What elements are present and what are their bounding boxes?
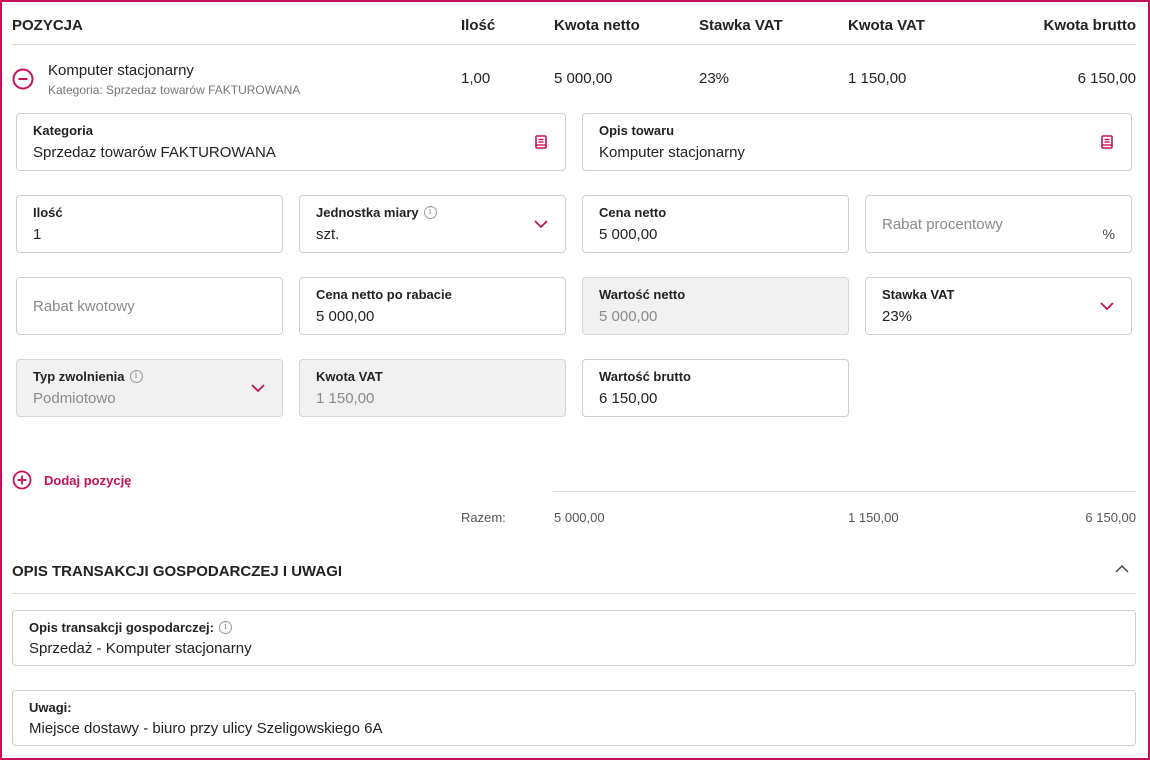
header-divider: [12, 44, 1136, 45]
transaction-description-value: Sprzedaż - Komputer stacjonarny: [29, 640, 252, 657]
vat-amount-value: 1 150,00: [316, 390, 375, 407]
header-position: POZYCJA: [12, 17, 83, 34]
category-field[interactable]: Kategoria Sprzedaz towarów FAKTUROWANA: [16, 113, 566, 171]
vat-rate-label: Stawka VAT: [882, 287, 955, 302]
item-gross-amount: 6 150,00: [1077, 70, 1136, 87]
transaction-description-label: Opis transakcji gospodarczej: i: [29, 620, 232, 635]
add-position-button[interactable]: Dodaj pozycję: [12, 470, 131, 490]
net-price-value: 5 000,00: [599, 226, 658, 243]
info-icon[interactable]: i: [129, 370, 143, 383]
header-vat-amount: Kwota VAT: [848, 17, 925, 34]
discount-percent-placeholder: Rabat procentowy: [882, 216, 1003, 233]
item-category: Kategoria: Sprzedaz towarów FAKTUROWANA: [48, 83, 301, 97]
discount-amount-placeholder: Rabat kwotowy: [33, 298, 135, 315]
item-name: Komputer stacjonarny: [48, 62, 194, 79]
discount-amount-field[interactable]: Rabat kwotowy: [16, 277, 283, 335]
notes-value: Miejsce dostawy - biuro przy ulicy Szeli…: [29, 720, 383, 737]
header-gross-amount: Kwota brutto: [1043, 17, 1136, 34]
unit-label: Jednostka miary i: [316, 205, 437, 220]
product-description-label: Opis towaru: [599, 123, 675, 138]
quantity-field[interactable]: Ilość 1: [16, 195, 283, 253]
header-vat-rate: Stawka VAT: [699, 17, 783, 34]
product-description-field[interactable]: Opis towaru Komputer stacjonarny: [582, 113, 1132, 171]
chevron-up-icon[interactable]: [1114, 562, 1130, 576]
totals-gross: 6 150,00: [1085, 510, 1136, 525]
chevron-down-icon[interactable]: [533, 216, 549, 232]
info-icon[interactable]: i: [423, 206, 437, 219]
item-vat-amount: 1 150,00: [848, 70, 907, 87]
net-value-value: 5 000,00: [599, 308, 658, 325]
notes-field[interactable]: Uwagi: Miejsce dostawy - biuro przy ulic…: [12, 690, 1136, 746]
item-quantity: 1,00: [461, 70, 491, 87]
vat-rate-value: 23%: [882, 308, 913, 325]
add-position-label: Dodaj pozycję: [44, 472, 132, 488]
net-value-label: Wartość netto: [599, 287, 686, 302]
totals-label: Razem:: [461, 510, 506, 525]
exemption-type-value: Podmiotowo: [33, 390, 116, 407]
info-icon[interactable]: i: [218, 621, 232, 634]
minus-circle-icon: [12, 68, 34, 90]
vat-rate-select[interactable]: Stawka VAT 23%: [865, 277, 1132, 335]
quantity-label: Ilość: [33, 205, 63, 220]
vat-amount-label: Kwota VAT: [316, 369, 383, 384]
percent-suffix: %: [1102, 226, 1115, 242]
notes-label: Uwagi:: [29, 700, 72, 715]
vat-amount-field: Kwota VAT 1 150,00: [299, 359, 566, 417]
section-divider: [12, 593, 1136, 594]
gross-value-field[interactable]: Wartość brutto 6 150,00: [582, 359, 849, 417]
net-value-field: Wartość netto 5 000,00: [582, 277, 849, 335]
header-quantity: Ilość: [461, 17, 496, 34]
discount-percent-field[interactable]: Rabat procentowy %: [865, 195, 1132, 253]
totals-net: 5 000,00: [554, 510, 605, 525]
exemption-type-label: Typ zwolnienia i: [33, 369, 143, 384]
quantity-value: 1: [33, 226, 42, 243]
gross-value-label: Wartość brutto: [599, 369, 691, 384]
transaction-description-field[interactable]: Opis transakcji gospodarczej: i Sprzedaż …: [12, 610, 1136, 666]
category-label: Kategoria: [33, 123, 93, 138]
exemption-type-select: Typ zwolnienia i Podmiotowo: [16, 359, 283, 417]
category-value: Sprzedaz towarów FAKTUROWANA: [33, 144, 276, 161]
net-price-label: Cena netto: [599, 205, 667, 220]
book-icon[interactable]: [1099, 134, 1115, 150]
item-net-amount: 5 000,00: [554, 70, 613, 87]
net-after-discount-label: Cena netto po rabacie: [316, 287, 452, 302]
gross-value-value: 6 150,00: [599, 390, 658, 407]
plus-circle-icon: [12, 470, 32, 490]
book-icon[interactable]: [533, 134, 549, 150]
item-vat-rate: 23%: [699, 70, 730, 87]
net-after-discount-field[interactable]: Cena netto po rabacie 5 000,00: [299, 277, 566, 335]
chevron-down-icon[interactable]: [1099, 298, 1115, 314]
collapse-item-button[interactable]: [12, 68, 34, 90]
net-after-discount-value: 5 000,00: [316, 308, 375, 325]
section-title: OPIS TRANSAKCJI GOSPODARCZEJ I UWAGI: [12, 563, 343, 580]
chevron-down-icon: [251, 384, 265, 393]
unit-value: szt.: [316, 226, 340, 243]
product-description-value: Komputer stacjonarny: [599, 144, 745, 161]
header-net-amount: Kwota netto: [554, 17, 640, 34]
net-price-field[interactable]: Cena netto 5 000,00: [582, 195, 849, 253]
totals-vat: 1 150,00: [848, 510, 899, 525]
unit-select[interactable]: Jednostka miary i szt.: [299, 195, 566, 253]
totals-divider: [553, 491, 1136, 492]
